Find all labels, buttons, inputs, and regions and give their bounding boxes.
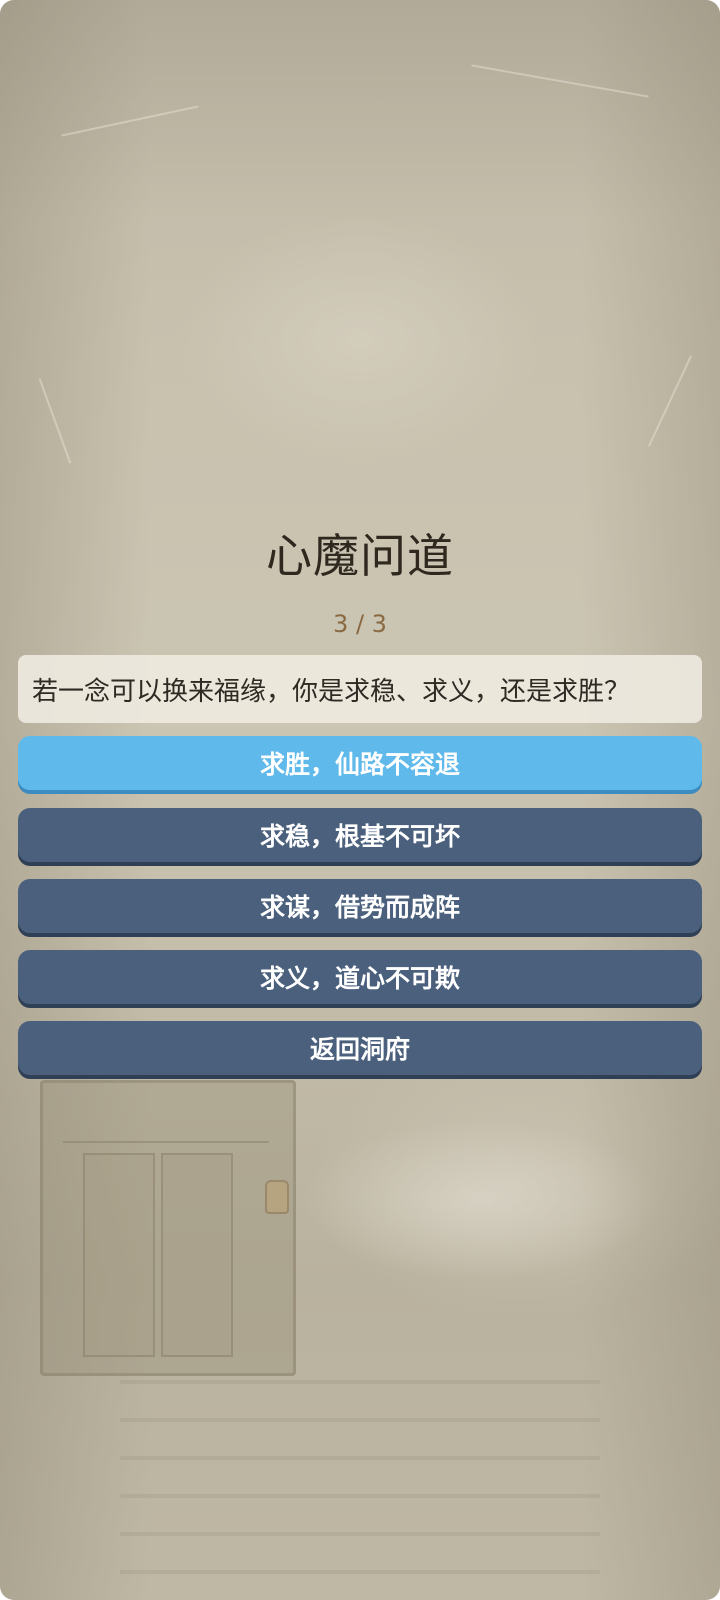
answer-option-label: 求胜，仙路不容退 — [259, 750, 460, 779]
answer-option-4[interactable]: 求义，道心不可欺 — [18, 950, 702, 1004]
answer-option-1[interactable]: 求胜，仙路不容退 — [18, 736, 702, 790]
stone-steps-decoration — [120, 1380, 600, 1600]
mist-decoration — [300, 1120, 660, 1280]
page-title: 心魔问道 — [266, 529, 454, 583]
answer-option-2[interactable]: 求稳，根基不可坏 — [18, 808, 702, 862]
door-panel-right — [161, 1153, 233, 1357]
answer-option-label: 求义，道心不可欺 — [259, 964, 460, 993]
return-button-label: 返回洞府 — [309, 1035, 410, 1064]
answer-option-label: 求谋，借势而成阵 — [259, 893, 460, 922]
question-progress: 3 / 3 — [333, 610, 387, 638]
question-box: 若一念可以换来福缘，你是求稳、求义，还是求胜？ — [18, 655, 702, 723]
door-arch-decoration — [63, 1101, 269, 1143]
cave-door-decoration — [40, 1080, 296, 1376]
answer-option-label: 求稳，根基不可坏 — [259, 822, 460, 851]
quiz-screen: 心魔问道 3 / 3 若一念可以换来福缘，你是求稳、求义，还是求胜？ 求胜，仙路… — [0, 0, 720, 1600]
lantern-icon — [265, 1180, 289, 1214]
return-to-cave-button[interactable]: 返回洞府 — [18, 1021, 702, 1075]
door-panel-left — [83, 1153, 155, 1357]
answer-option-3[interactable]: 求谋，借势而成阵 — [18, 879, 702, 933]
question-text: 若一念可以换来福缘，你是求稳、求义，还是求胜？ — [32, 676, 631, 707]
cave-right-wall-background — [580, 0, 720, 1600]
